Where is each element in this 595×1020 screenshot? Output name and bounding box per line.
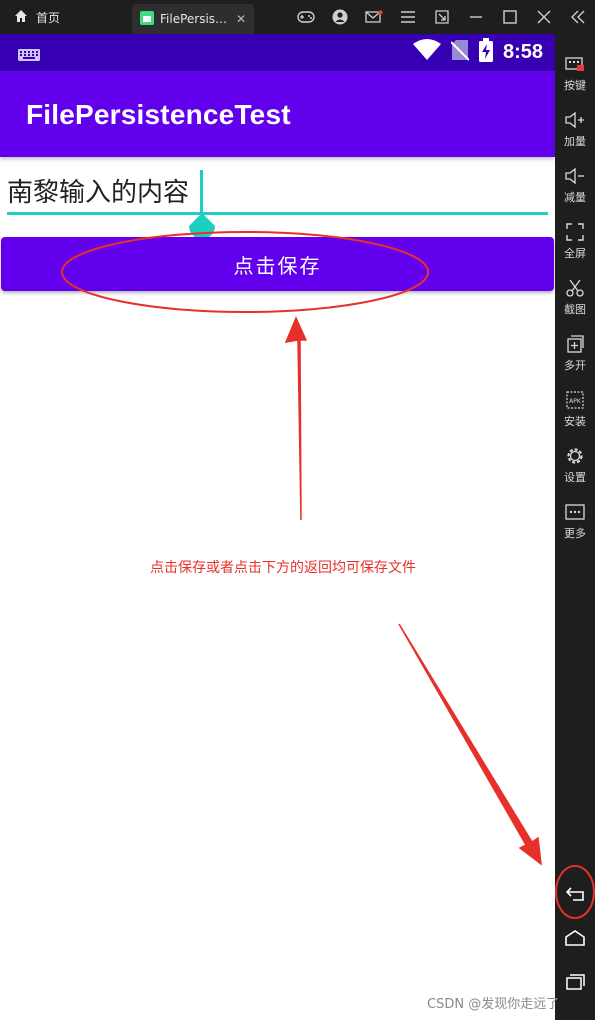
sidebar-item-keys[interactable]: 按键: [555, 54, 595, 93]
menu-icon[interactable]: [391, 0, 425, 34]
back-icon: [565, 886, 585, 906]
emulator-sidebar: 按键 加量 减量 全屏 截图 多开 APK 安装 设置 更多: [555, 34, 595, 1020]
back-button[interactable]: [555, 886, 595, 906]
android-app-icon: [140, 10, 154, 28]
status-bar: 8:58: [0, 34, 555, 71]
volume-up-icon: [565, 110, 585, 130]
sidebar-item-label: 全屏: [564, 247, 586, 260]
annotation-text: 点击保存或者点击下方的返回均可保存文件: [150, 560, 416, 576]
close-tab-icon[interactable]: ✕: [236, 12, 246, 26]
home-button[interactable]: [555, 930, 595, 950]
gear-icon: [565, 446, 585, 466]
no-sim-icon: [450, 39, 470, 67]
mail-icon[interactable]: [357, 0, 391, 34]
sidebar-item-multi-open[interactable]: 多开: [555, 334, 595, 373]
recents-button[interactable]: [555, 974, 595, 994]
content-edit-text[interactable]: 南黎输入的内容: [7, 166, 548, 239]
sidebar-item-more[interactable]: 更多: [555, 502, 595, 541]
emulator-title-bar: 首页 FilePersistenceTest ✕: [0, 0, 595, 34]
phone-screen: 8:58 FilePersistenceTest 南黎输入的内容 点击保存 点击…: [0, 34, 555, 1020]
sidebar-item-fullscreen[interactable]: 全屏: [555, 222, 595, 261]
apk-icon: APK: [565, 390, 585, 410]
keyboard-icon: [18, 46, 40, 65]
sidebar-item-label: 减量: [564, 191, 586, 204]
user-avatar-icon[interactable]: [323, 0, 357, 34]
home-tab[interactable]: 首页: [14, 0, 60, 34]
status-time: 8:58: [502, 41, 543, 63]
wifi-icon: [412, 38, 441, 67]
edit-text-underline: [7, 212, 548, 215]
sidebar-item-volume-down[interactable]: 减量: [555, 166, 595, 205]
keyboard-icon: [565, 54, 585, 74]
sidebar-item-label: 安装: [564, 415, 586, 428]
sidebar-item-install[interactable]: APK 安装: [555, 390, 595, 429]
sidebar-item-volume-up[interactable]: 加量: [555, 110, 595, 149]
home-icon: [565, 930, 585, 950]
app-tab[interactable]: FilePersistenceTest ✕: [132, 4, 254, 34]
minimize-icon[interactable]: [459, 0, 493, 34]
sidebar-item-label: 多开: [564, 359, 586, 372]
fullscreen-icon: [565, 222, 585, 242]
sidebar-item-label: 截图: [564, 303, 586, 316]
app-tab-label: FilePersistenceTest: [160, 12, 230, 26]
home-icon: [14, 9, 28, 26]
sidebar-item-label: 加量: [564, 135, 586, 148]
more-icon: [565, 502, 585, 522]
sidebar-item-label: 设置: [564, 471, 586, 484]
gamepad-icon[interactable]: [289, 0, 323, 34]
recents-icon: [565, 974, 585, 994]
maximize-icon[interactable]: [493, 0, 527, 34]
multi-open-icon: [565, 334, 585, 354]
watermark: CSDN @发现你走远了: [427, 997, 560, 1012]
window-controls: [289, 0, 595, 34]
edit-text-value[interactable]: 南黎输入的内容: [7, 172, 189, 209]
app-title: FilePersistenceTest: [26, 99, 291, 130]
collapse-sidebar-icon[interactable]: [561, 0, 595, 34]
text-cursor: [200, 170, 203, 212]
volume-down-icon: [565, 166, 585, 186]
app-bar: FilePersistenceTest: [0, 71, 555, 157]
save-button[interactable]: 点击保存: [1, 237, 554, 291]
battery-charging-icon: [478, 37, 493, 68]
scissors-icon: [565, 278, 585, 298]
sidebar-item-screenshot[interactable]: 截图: [555, 278, 595, 317]
svg-text:APK: APK: [569, 398, 582, 405]
sidebar-item-label: 按键: [564, 79, 586, 92]
pin-window-icon[interactable]: [425, 0, 459, 34]
close-window-icon[interactable]: [527, 0, 561, 34]
sidebar-item-settings[interactable]: 设置: [555, 446, 595, 485]
home-tab-label: 首页: [36, 10, 61, 25]
sidebar-item-label: 更多: [564, 527, 586, 540]
